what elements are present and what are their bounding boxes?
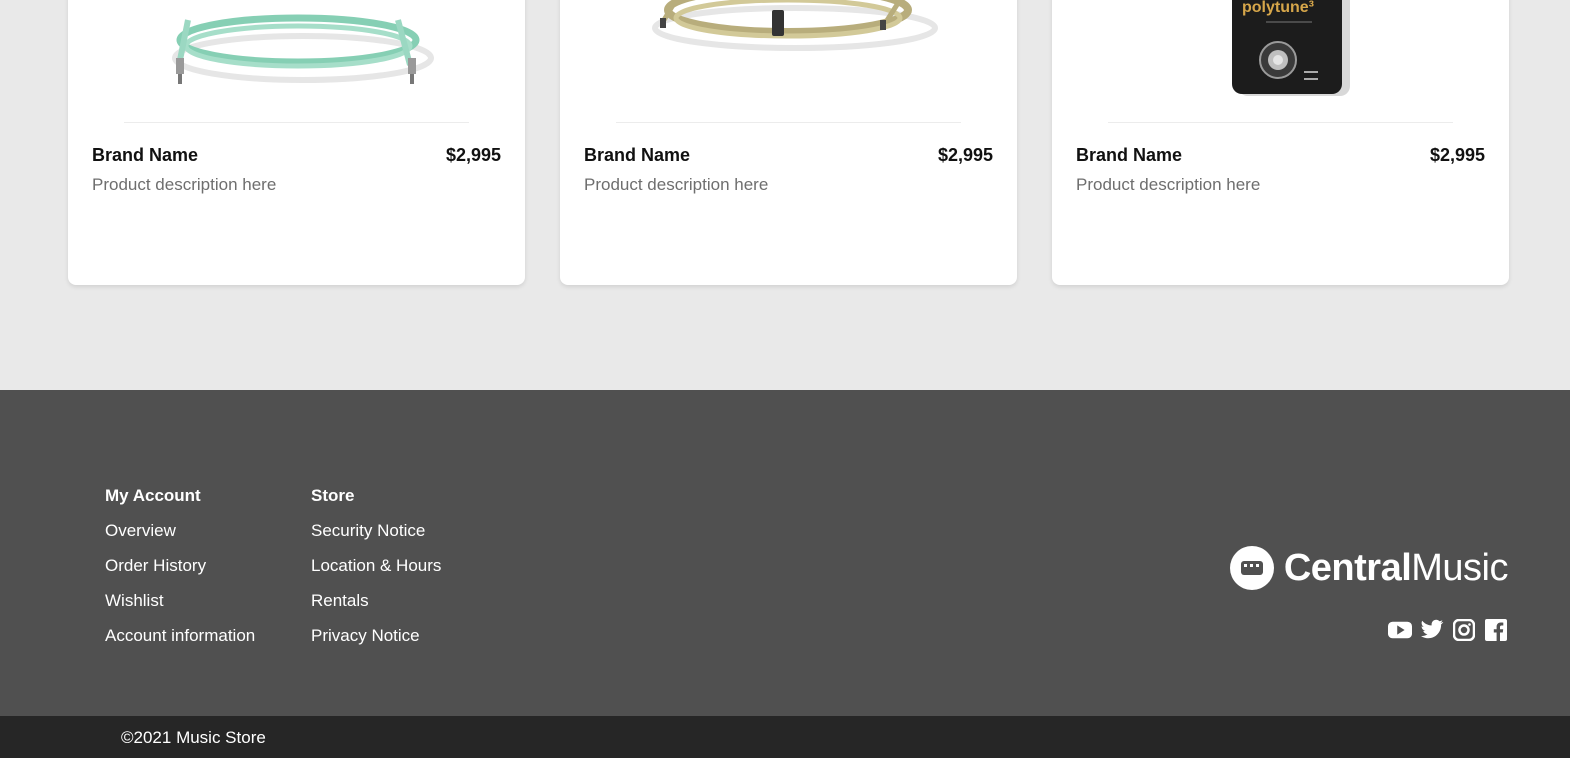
product-price: $2,995	[1429, 145, 1485, 165]
product-description: Product description here	[92, 175, 277, 194]
footer-column-my-account: My Account Overview Order History Wishli…	[105, 486, 255, 660]
pedal-label: polytune³	[1242, 0, 1314, 16]
guitar-logo-icon	[1229, 546, 1274, 590]
footer-link-account-information[interactable]: Account information	[105, 625, 255, 646]
product-description: Product description here	[584, 175, 769, 194]
facebook-icon[interactable]	[1484, 618, 1508, 642]
product-brand[interactable]: Brand Name	[92, 145, 198, 166]
footer-link-privacy-notice[interactable]: Privacy Notice	[311, 625, 441, 646]
footer-link-security-notice[interactable]: Security Notice	[311, 520, 441, 541]
product-card[interactable]: polytune³ Brand Name $2,995 Product desc…	[1052, 0, 1509, 285]
product-description: Product description here	[1076, 175, 1261, 194]
product-brand[interactable]: Brand Name	[584, 145, 690, 166]
logo-text: CentralMusic	[1283, 546, 1509, 590]
product-brand[interactable]: Brand Name	[1076, 145, 1182, 166]
footer-link-wishlist[interactable]: Wishlist	[105, 590, 255, 611]
central-music-logo[interactable]: CentralMusic	[1229, 546, 1509, 590]
footer-heading: Store	[311, 486, 355, 505]
instagram-icon[interactable]	[1452, 618, 1476, 642]
product-image[interactable]	[560, 0, 1017, 122]
footer-link-order-history[interactable]: Order History	[105, 555, 255, 576]
logo-text-bold: Central	[1283, 546, 1412, 589]
product-image[interactable]	[68, 0, 525, 122]
copyright-text: ©2021 Music Store	[121, 728, 266, 747]
product-grid: Brand Name $2,995 Product description he…	[0, 0, 1570, 390]
footer-heading: My Account	[105, 486, 201, 505]
copyright-bar: ©2021 Music Store	[0, 716, 1570, 758]
social-links	[1388, 618, 1508, 642]
site-footer: My Account Overview Order History Wishli…	[0, 390, 1570, 716]
product-price: $2,995	[445, 145, 501, 165]
product-price: $2,995	[937, 145, 993, 165]
divider	[124, 122, 469, 123]
product-image[interactable]: polytune³	[1052, 0, 1509, 122]
footer-link-overview[interactable]: Overview	[105, 520, 255, 541]
footer-column-store: Store Security Notice Location & Hours R…	[311, 486, 441, 660]
product-card[interactable]: Brand Name $2,995 Product description he…	[560, 0, 1017, 285]
footer-link-location-hours[interactable]: Location & Hours	[311, 555, 441, 576]
divider	[616, 122, 961, 123]
youtube-icon[interactable]	[1388, 618, 1412, 642]
twitter-icon[interactable]	[1420, 618, 1444, 642]
logo-text-regular: Music	[1411, 546, 1508, 589]
footer-link-rentals[interactable]: Rentals	[311, 590, 441, 611]
product-card[interactable]: Brand Name $2,995 Product description he…	[68, 0, 525, 285]
divider	[1108, 122, 1453, 123]
